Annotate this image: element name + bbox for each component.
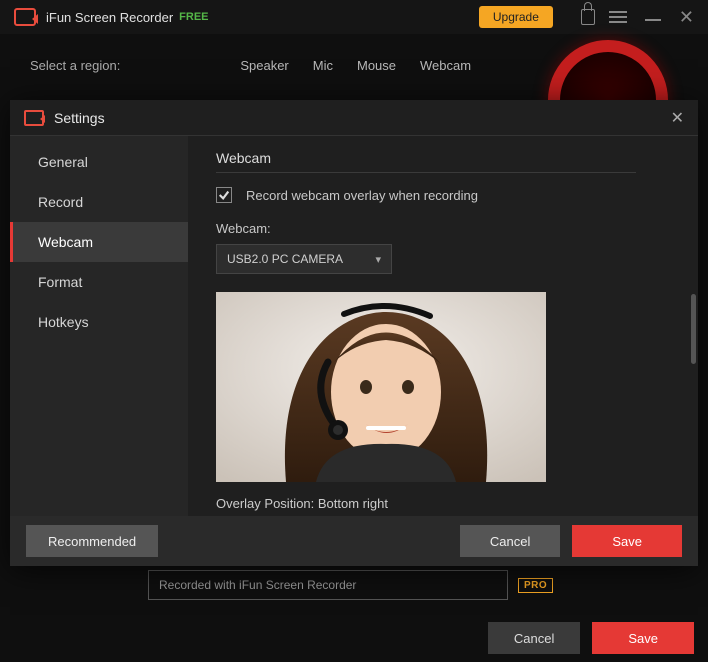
region-label: Select a region:: [30, 58, 120, 73]
modal-logo-icon: [24, 110, 44, 126]
outer-footer: Cancel Save: [488, 614, 708, 662]
minimize-icon[interactable]: [645, 19, 661, 21]
overlay-position-row: Overlay Position: Bottom right: [216, 496, 676, 511]
sidebar-item-record[interactable]: Record: [10, 182, 188, 222]
check-icon: [218, 189, 230, 201]
overlay-position-label: Overlay Position:: [216, 496, 314, 511]
app-logo-icon: [14, 8, 36, 26]
sidebar-item-label: Record: [38, 194, 83, 210]
outer-cancel-button[interactable]: Cancel: [488, 622, 580, 654]
recommended-button[interactable]: Recommended: [26, 525, 158, 557]
webcam-device-label: Webcam:: [216, 221, 676, 236]
settings-sidebar: General Record Webcam Format Hotkeys: [10, 136, 188, 516]
watermark-row: PRO: [148, 570, 553, 600]
toggle-speaker[interactable]: Speaker: [240, 58, 288, 73]
divider: [216, 172, 636, 173]
pro-badge: PRO: [518, 578, 553, 593]
record-overlay-checkbox[interactable]: [216, 187, 232, 203]
outer-save-button[interactable]: Save: [592, 622, 694, 654]
modal-titlebar: Settings ✕: [10, 100, 698, 136]
lock-icon[interactable]: [581, 9, 595, 25]
modal-title: Settings: [54, 110, 105, 126]
sidebar-item-general[interactable]: General: [10, 142, 188, 182]
sidebar-item-webcam[interactable]: Webcam: [10, 222, 188, 262]
webcam-device-select[interactable]: USB2.0 PC CAMERA ▾: [216, 244, 392, 274]
modal-close-icon[interactable]: ✕: [671, 108, 684, 128]
settings-modal: Settings ✕ General Record Webcam Format …: [10, 100, 698, 566]
sidebar-item-label: Hotkeys: [38, 314, 89, 330]
record-overlay-label: Record webcam overlay when recording: [246, 188, 478, 203]
save-button[interactable]: Save: [572, 525, 682, 557]
panel-heading: Webcam: [216, 150, 676, 166]
settings-panel: Webcam Record webcam overlay when record…: [188, 136, 698, 516]
webcam-preview-image: [216, 292, 546, 482]
upgrade-button[interactable]: Upgrade: [479, 6, 553, 28]
scrollbar-thumb[interactable]: [691, 294, 696, 364]
chevron-down-icon: ▾: [375, 253, 381, 266]
sidebar-item-label: General: [38, 154, 88, 170]
toggle-mic[interactable]: Mic: [313, 58, 333, 73]
sidebar-item-label: Format: [38, 274, 82, 290]
sidebar-item-label: Webcam: [38, 234, 93, 250]
watermark-input[interactable]: [148, 570, 508, 600]
close-icon[interactable]: ✕: [679, 8, 694, 26]
toggle-webcam[interactable]: Webcam: [420, 58, 471, 73]
app-title: iFun Screen Recorder: [46, 10, 173, 25]
menu-icon[interactable]: [609, 11, 627, 23]
record-overlay-row: Record webcam overlay when recording: [216, 187, 676, 203]
overlay-position-value: Bottom right: [318, 496, 388, 511]
webcam-device-value: USB2.0 PC CAMERA: [227, 252, 343, 266]
sidebar-item-format[interactable]: Format: [10, 262, 188, 302]
cancel-button[interactable]: Cancel: [460, 525, 560, 557]
toggle-mouse[interactable]: Mouse: [357, 58, 396, 73]
free-badge: FREE: [179, 11, 208, 23]
webcam-preview: [216, 292, 546, 482]
sidebar-item-hotkeys[interactable]: Hotkeys: [10, 302, 188, 342]
modal-body: General Record Webcam Format Hotkeys Web…: [10, 136, 698, 516]
app-titlebar: iFun Screen Recorder FREE Upgrade ✕: [0, 0, 708, 34]
modal-footer: Recommended Cancel Save: [10, 516, 698, 566]
